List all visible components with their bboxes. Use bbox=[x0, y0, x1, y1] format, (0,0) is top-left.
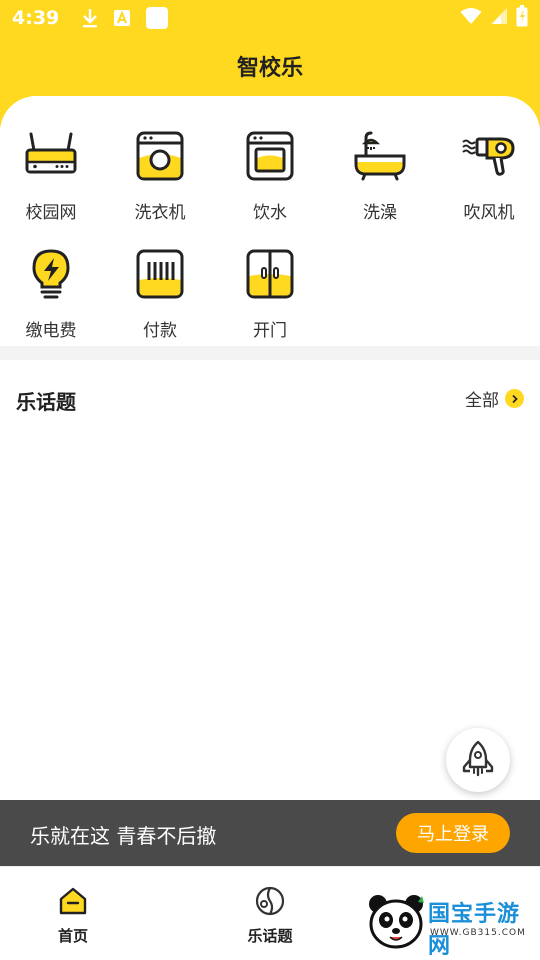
nav-item-home[interactable]: 首页 bbox=[23, 885, 123, 946]
service-label: 校园网 bbox=[25, 203, 77, 223]
service-campus-network[interactable]: 校园网 bbox=[1, 128, 101, 223]
rocket-icon bbox=[458, 738, 498, 782]
chevron-right-icon bbox=[505, 389, 524, 408]
page-title: 智校乐 bbox=[236, 56, 303, 81]
service-open-door[interactable]: 开门 bbox=[220, 246, 320, 341]
service-shower[interactable]: 洗澡 bbox=[330, 128, 430, 223]
nav-label: 首页 bbox=[57, 927, 88, 945]
status-bar: 4:39 bbox=[0, 0, 540, 36]
login-prompt-bar: 乐就在这 青春不后撤 马上登录 bbox=[0, 800, 540, 866]
service-washing-machine[interactable]: 洗衣机 bbox=[110, 128, 210, 223]
watermark-logo: 国宝手游网 WWW.GB315.COM bbox=[352, 884, 540, 960]
download-icon bbox=[81, 8, 99, 28]
lightbulb-icon bbox=[23, 246, 79, 302]
watermark-url: WWW.GB315.COM bbox=[430, 928, 526, 938]
water-dispenser-icon bbox=[242, 128, 298, 184]
bathtub-icon bbox=[352, 128, 408, 184]
service-label: 缴电费 bbox=[25, 321, 77, 341]
service-electricity-bill[interactable]: 缴电费 bbox=[1, 246, 101, 341]
battery-icon bbox=[516, 5, 528, 31]
service-hair-dryer[interactable]: 吹风机 bbox=[439, 128, 539, 223]
nav-item-topics[interactable]: 乐话题 bbox=[220, 885, 320, 946]
service-drinking-water[interactable]: 饮水 bbox=[220, 128, 320, 223]
wifi-icon bbox=[460, 7, 482, 29]
service-label: 饮水 bbox=[253, 203, 287, 223]
washing-machine-icon bbox=[132, 128, 188, 184]
rocket-button[interactable] bbox=[446, 728, 510, 792]
service-payment[interactable]: 付款 bbox=[110, 246, 210, 341]
app-notification-icon bbox=[113, 9, 131, 27]
view-all-label: 全部 bbox=[465, 391, 499, 411]
home-icon bbox=[23, 885, 123, 921]
signal-icon bbox=[490, 7, 508, 29]
service-label: 开门 bbox=[253, 321, 287, 341]
login-now-button[interactable]: 马上登录 bbox=[396, 813, 510, 853]
nav-label: 乐话题 bbox=[247, 927, 293, 945]
topics-title: 乐话题 bbox=[16, 390, 76, 414]
panda-logo-icon bbox=[366, 890, 426, 958]
hair-dryer-icon bbox=[461, 128, 517, 184]
service-label: 洗澡 bbox=[363, 203, 397, 223]
view-all-topics-link[interactable]: 全部 bbox=[465, 386, 524, 411]
blank-notification-icon bbox=[145, 6, 169, 30]
service-label: 洗衣机 bbox=[134, 203, 186, 223]
status-time: 4:39 bbox=[12, 7, 60, 29]
service-label: 付款 bbox=[143, 321, 177, 341]
section-divider bbox=[0, 346, 540, 360]
router-icon bbox=[23, 128, 79, 184]
login-slogan: 乐就在这 青春不后撤 bbox=[30, 824, 217, 848]
door-icon bbox=[242, 246, 298, 302]
payment-icon bbox=[132, 246, 188, 302]
service-label: 吹风机 bbox=[463, 203, 515, 223]
topic-icon bbox=[220, 885, 320, 921]
